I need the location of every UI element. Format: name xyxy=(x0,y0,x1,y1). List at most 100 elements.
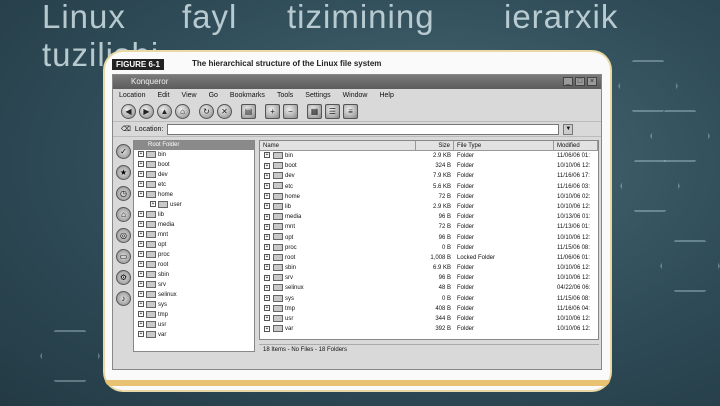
expand-icon[interactable]: + xyxy=(138,181,144,188)
minimize-button[interactable]: _ xyxy=(563,77,573,86)
tree-item[interactable]: + boot xyxy=(134,160,254,170)
zoom-out-icon[interactable]: − xyxy=(283,104,298,119)
tree-item[interactable]: + media xyxy=(134,220,254,230)
star-icon[interactable]: ★ xyxy=(116,165,131,180)
tree-item[interactable]: + lib xyxy=(134,210,254,220)
media-icon[interactable]: ♪ xyxy=(116,291,131,306)
tree-item[interactable]: + var xyxy=(134,330,254,340)
expand-icon[interactable]: + xyxy=(264,162,270,169)
expand-icon[interactable]: + xyxy=(138,191,144,198)
table-row[interactable]: + lib 2.9 KB Folder 10/10/06 12: xyxy=(260,202,598,212)
expand-icon[interactable]: + xyxy=(138,281,144,288)
tree-item[interactable]: + sys xyxy=(134,300,254,310)
expand-icon[interactable]: + xyxy=(264,233,270,240)
check-icon[interactable]: ✓ xyxy=(116,144,131,159)
table-row[interactable]: + etc 5.6 KB Folder 11/16/06 03: xyxy=(260,182,598,192)
expand-icon[interactable]: + xyxy=(138,231,144,238)
expand-icon[interactable]: + xyxy=(264,254,270,261)
tree-item[interactable]: + etc xyxy=(134,180,254,190)
table-row[interactable]: + root 1,008 B Locked Folder 11/06/06 01: xyxy=(260,253,598,263)
detail-view-icon[interactable]: ≡ xyxy=(343,104,358,119)
table-row[interactable]: + tmp 408 B Folder 11/16/06 04: xyxy=(260,304,598,314)
table-row[interactable]: + selinux 48 B Folder 04/22/06 06: xyxy=(260,283,598,293)
tree-item[interactable]: + root xyxy=(134,260,254,270)
tree-item[interactable]: + home xyxy=(134,190,254,200)
table-row[interactable]: + bin 2.9 KB Folder 11/06/06 01: xyxy=(260,151,598,161)
expand-icon[interactable]: + xyxy=(138,321,144,328)
tree-item[interactable]: + tmp xyxy=(134,310,254,320)
home-folder-icon[interactable]: ⌂ xyxy=(116,207,131,222)
expand-icon[interactable]: + xyxy=(138,171,144,178)
expand-icon[interactable]: + xyxy=(264,193,270,200)
clear-location-icon[interactable]: ⌫ xyxy=(121,125,131,133)
table-row[interactable]: + media 96 B Folder 10/13/06 01: xyxy=(260,212,598,222)
expand-icon[interactable]: + xyxy=(138,161,144,168)
history-icon[interactable]: ◷ xyxy=(116,186,131,201)
location-dropdown-icon[interactable]: ▼ xyxy=(563,123,574,135)
home-icon[interactable]: ⌂ xyxy=(175,104,190,119)
network-icon[interactable]: ◎ xyxy=(116,228,131,243)
expand-icon[interactable]: + xyxy=(264,315,270,322)
column-size[interactable]: Size xyxy=(416,141,454,150)
column-modified[interactable]: Modified xyxy=(554,141,598,150)
table-row[interactable]: + var 392 B Folder 10/10/06 12: xyxy=(260,324,598,334)
expand-icon[interactable]: + xyxy=(264,284,270,291)
expand-icon[interactable]: + xyxy=(264,295,270,302)
menu-item[interactable]: Help xyxy=(379,89,393,102)
menu-item[interactable]: Tools xyxy=(277,89,293,102)
expand-icon[interactable]: + xyxy=(138,221,144,228)
table-row[interactable]: + sbin 6.9 KB Folder 10/10/06 12: xyxy=(260,263,598,273)
menu-item[interactable]: Location xyxy=(119,89,145,102)
expand-icon[interactable]: + xyxy=(150,201,156,208)
zoom-in-icon[interactable]: + xyxy=(265,104,280,119)
table-row[interactable]: + opt 96 B Folder 10/10/06 12: xyxy=(260,233,598,243)
tree-item[interactable]: + usr xyxy=(134,320,254,330)
expand-icon[interactable]: + xyxy=(264,274,270,281)
expand-icon[interactable]: + xyxy=(264,244,270,251)
menu-item[interactable]: Go xyxy=(209,89,218,102)
expand-icon[interactable]: + xyxy=(264,223,270,230)
expand-icon[interactable]: + xyxy=(264,305,270,312)
print-icon[interactable]: ▤ xyxy=(241,104,256,119)
up-icon[interactable]: ▲ xyxy=(157,104,172,119)
expand-icon[interactable]: + xyxy=(138,271,144,278)
menu-item[interactable]: Edit xyxy=(157,89,169,102)
expand-icon[interactable]: + xyxy=(138,301,144,308)
menu-item[interactable]: Window xyxy=(343,89,368,102)
tree-item[interactable]: + mnt xyxy=(134,230,254,240)
expand-icon[interactable]: + xyxy=(138,241,144,248)
tree-item[interactable]: + user xyxy=(134,200,254,210)
tree-item[interactable]: + bin xyxy=(134,150,254,160)
root-folder-icon[interactable]: ▭ xyxy=(116,249,131,264)
tree-item[interactable]: + dev xyxy=(134,170,254,180)
menu-item[interactable]: Settings xyxy=(305,89,330,102)
expand-icon[interactable]: + xyxy=(264,182,270,189)
expand-icon[interactable]: + xyxy=(138,151,144,158)
table-row[interactable]: + home 72 B Folder 10/10/06 02: xyxy=(260,192,598,202)
expand-icon[interactable]: + xyxy=(264,264,270,271)
column-name[interactable]: Name xyxy=(260,141,416,150)
table-row[interactable]: + mnt 72 B Folder 11/13/06 01: xyxy=(260,222,598,232)
table-row[interactable]: + boot 324 B Folder 10/10/06 12: xyxy=(260,161,598,171)
expand-icon[interactable]: + xyxy=(264,152,270,159)
tree-item[interactable]: + sbin xyxy=(134,270,254,280)
tree-item[interactable]: + selinux xyxy=(134,290,254,300)
table-row[interactable]: + dev 7.9 KB Folder 11/16/06 17: xyxy=(260,171,598,181)
expand-icon[interactable]: + xyxy=(138,291,144,298)
list-view-icon[interactable]: ☰ xyxy=(325,104,340,119)
menu-item[interactable]: View xyxy=(182,89,197,102)
tree-item[interactable]: + proc xyxy=(134,250,254,260)
reload-icon[interactable]: ↻ xyxy=(199,104,214,119)
expand-icon[interactable]: + xyxy=(138,311,144,318)
maximize-button[interactable]: □ xyxy=(575,77,585,86)
tree-item[interactable]: + opt xyxy=(134,240,254,250)
window-titlebar[interactable]: Konqueror _ □ × xyxy=(113,75,601,89)
expand-icon[interactable]: + xyxy=(264,172,270,179)
expand-icon[interactable]: + xyxy=(138,251,144,258)
expand-icon[interactable]: + xyxy=(264,325,270,332)
location-input[interactable] xyxy=(167,123,560,135)
expand-icon[interactable]: + xyxy=(138,211,144,218)
menu-item[interactable]: Bookmarks xyxy=(230,89,265,102)
expand-icon[interactable]: + xyxy=(138,261,144,268)
table-row[interactable]: + usr 344 B Folder 10/10/06 12: xyxy=(260,314,598,324)
